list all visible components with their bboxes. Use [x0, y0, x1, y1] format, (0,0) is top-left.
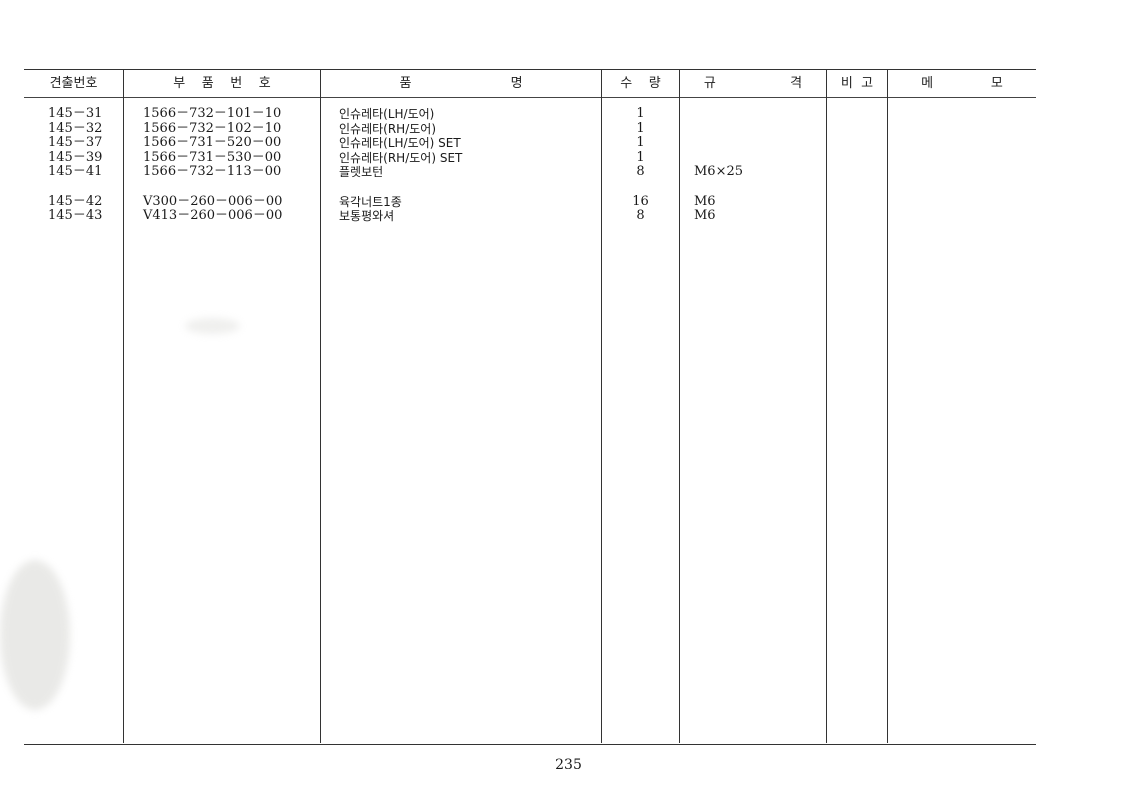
header-part-number: 부 품 번 호	[173, 76, 271, 91]
header-quantity: 수 량	[620, 76, 661, 91]
part-name: 인슈레타(LH/도어) SET	[339, 136, 461, 151]
part-name: 인슈레타(RH/도어) SET	[339, 150, 463, 165]
index-number: 145－31	[48, 106, 103, 121]
header-specification: 규 격	[703, 76, 803, 91]
part-number: 1566－732－101－10	[143, 106, 282, 121]
table-row: 145－37 1566－731－520－00 인슈레타(LH/도어) SET 1	[0, 136, 1137, 151]
header-part-name: 품 명	[399, 76, 523, 91]
parts-list: 145－31 1566－732－101－10 인슈레타(LH/도어) 1 145…	[0, 106, 1137, 224]
specification: M6	[694, 193, 716, 209]
page-number: 235	[555, 757, 582, 773]
part-number: V413－260－006－00	[143, 208, 283, 224]
part-number: 1566－731－520－00	[143, 135, 282, 151]
part-number: 1566－731－530－00	[143, 149, 282, 165]
index-number: 145－37	[48, 135, 103, 151]
quantity: 8	[636, 208, 645, 224]
part-name: 인슈레타(LH/도어)	[339, 107, 435, 121]
specification: M6	[694, 208, 716, 224]
part-number: V300－260－006－00	[143, 193, 283, 209]
part-name: 플렛보턴	[339, 165, 384, 180]
index-number: 145－32	[48, 120, 103, 136]
table-row: 145－41 1566－732－113－00 플렛보턴 8 M6×25	[0, 165, 1137, 180]
part-number: 1566－732－113－00	[143, 164, 282, 180]
table-row: 145－31 1566－732－101－10 인슈레타(LH/도어) 1	[0, 106, 1137, 122]
part-name: 인슈레타(RH/도어)	[339, 121, 437, 136]
header-index-number: 견출번호	[49, 76, 98, 91]
quantity: 16	[632, 193, 649, 209]
specification: M6×25	[694, 164, 744, 180]
index-number: 145－42	[48, 193, 103, 209]
part-name: 육각너트1종	[339, 194, 402, 209]
part-number: 1566－732－102－10	[143, 120, 282, 136]
quantity: 1	[636, 106, 645, 121]
quantity: 8	[636, 164, 645, 180]
header-remarks: 비 고	[840, 76, 874, 91]
quantity: 1	[636, 135, 645, 151]
index-number: 145－41	[48, 164, 103, 180]
index-number: 145－39	[48, 149, 103, 165]
row-spacer	[0, 180, 1137, 195]
table-row: 145－42 V300－260－006－00 육각너트1종 16 M6	[0, 193, 1137, 210]
part-name: 보통평와셔	[339, 209, 395, 224]
header-memo: 메 모	[921, 76, 1003, 91]
index-number: 145－43	[48, 208, 103, 224]
table-row: 145－32 1566－732－102－10 인슈레타(RH/도어) 1	[0, 120, 1137, 137]
catalog-page: 견출번호 부 품 번 호 품 명 수 량 규 격 비 고 메 모 145－31 …	[0, 0, 1137, 790]
header-divider	[24, 97, 1036, 98]
table-row: 145－43 V413－260－006－00 보통평와셔 8 M6	[0, 209, 1137, 224]
quantity: 1	[636, 149, 645, 165]
quantity: 1	[636, 120, 645, 136]
table-row: 145－39 1566－731－530－00 인슈레타(RH/도어) SET 1	[0, 149, 1137, 166]
